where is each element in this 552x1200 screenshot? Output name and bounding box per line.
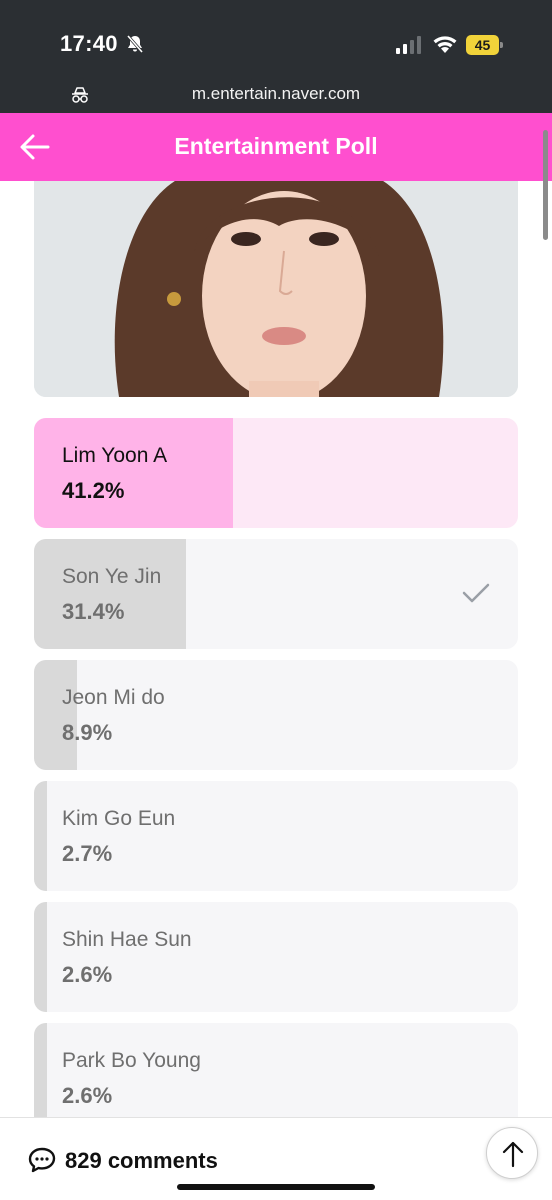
poll-option-name: Lim Yoon A	[62, 444, 168, 467]
url-text: m.entertain.naver.com	[191, 84, 361, 103]
poll-option[interactable]: Lim Yoon A 41.2%	[34, 418, 518, 528]
poll-option[interactable]: Jeon Mi do 8.9%	[34, 660, 518, 770]
poll-bar-fill	[34, 781, 48, 891]
poll-option-name: Kim Go Eun	[62, 807, 176, 830]
home-indicator[interactable]	[177, 1184, 375, 1190]
battery-icon: 45	[466, 35, 504, 55]
browser-url-bar[interactable]: m.entertain.naver.com	[0, 78, 552, 113]
status-bar: 17:40 45	[0, 0, 552, 78]
check-icon	[462, 583, 490, 603]
poll-option-name: Jeon Mi do	[62, 686, 165, 709]
poll-bar-fill	[34, 902, 47, 1012]
comment-icon[interactable]	[27, 1146, 57, 1174]
poll-option-percent: 31.4%	[62, 599, 125, 624]
portrait-photo	[34, 181, 518, 397]
poll-bar-fill	[34, 539, 186, 649]
portrait-image	[34, 181, 518, 397]
poll-option-percent: 2.6%	[62, 962, 113, 987]
poll-option-name: Park Bo Young	[62, 1049, 201, 1072]
poll-option-percent: 8.9%	[62, 720, 113, 745]
signal-icon	[396, 36, 421, 54]
bell-off-icon	[126, 35, 144, 53]
scroll-to-top-icon	[502, 1141, 524, 1168]
poll-option[interactable]: Shin Hae Sun 2.6%	[34, 902, 518, 1012]
scroll-to-top-button[interactable]	[486, 1127, 538, 1179]
comments-count[interactable]: 829 comments	[65, 1148, 218, 1174]
poll-option-percent: 2.7%	[62, 841, 113, 866]
poll-option[interactable]: Kim Go Eun 2.7%	[34, 781, 518, 891]
poll-bar-fill	[34, 418, 234, 528]
page-title: Entertainment Poll	[174, 133, 378, 159]
scrollbar[interactable]	[543, 130, 548, 240]
poll-option[interactable]: Son Ye Jin 31.4%	[34, 539, 518, 649]
wifi-icon	[433, 36, 457, 53]
poll-option-name: Son Ye Jin	[62, 565, 162, 588]
poll-bar-fill	[34, 660, 78, 770]
poll-option-name: Shin Hae Sun	[62, 928, 192, 951]
poll-option-percent: 2.6%	[62, 1083, 113, 1108]
poll-options: Lim Yoon A 41.2% Son Ye Jin 31.4% Jeon M…	[34, 418, 518, 1144]
bottom-bar: 829 comments	[0, 1117, 552, 1200]
battery-level: 45	[466, 35, 499, 55]
status-time: 17:40	[60, 31, 118, 56]
poll-option-percent: 41.2%	[62, 478, 125, 503]
app-header: Entertainment Poll	[0, 113, 552, 181]
